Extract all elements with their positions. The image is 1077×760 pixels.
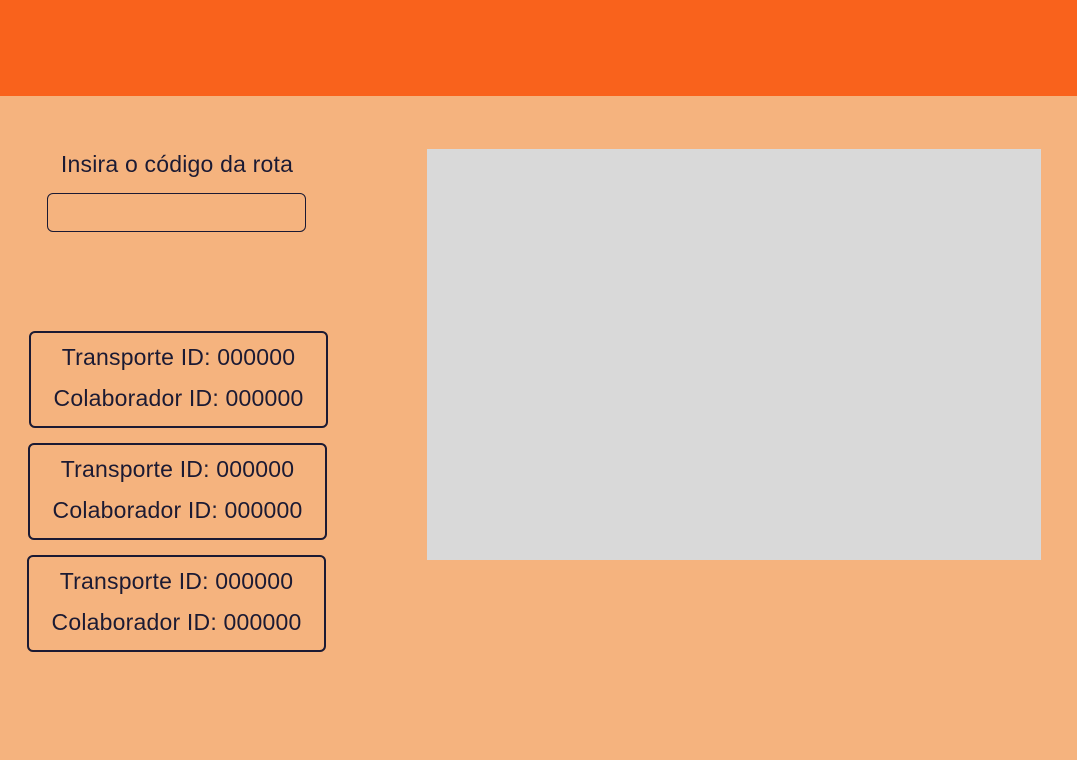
route-card[interactable]: Transporte ID: 000000 Colaborador ID: 00… [27,555,326,652]
transport-id-text: Transporte ID: 000000 [60,456,295,482]
transport-id-text: Transporte ID: 000000 [59,568,294,594]
collaborator-id-text: Colaborador ID: 000000 [51,609,302,635]
collaborator-id-text: Colaborador ID: 000000 [53,385,304,411]
map-panel[interactable] [427,149,1041,560]
route-code-label: Insira o código da rota [60,151,294,177]
route-card[interactable]: Transporte ID: 000000 Colaborador ID: 00… [29,331,328,428]
collaborator-id-text: Colaborador ID: 000000 [52,497,303,523]
route-card[interactable]: Transporte ID: 000000 Colaborador ID: 00… [28,443,327,540]
top-header-bar [0,0,1077,96]
route-code-input[interactable] [47,193,306,232]
transport-id-text: Transporte ID: 000000 [61,344,296,370]
